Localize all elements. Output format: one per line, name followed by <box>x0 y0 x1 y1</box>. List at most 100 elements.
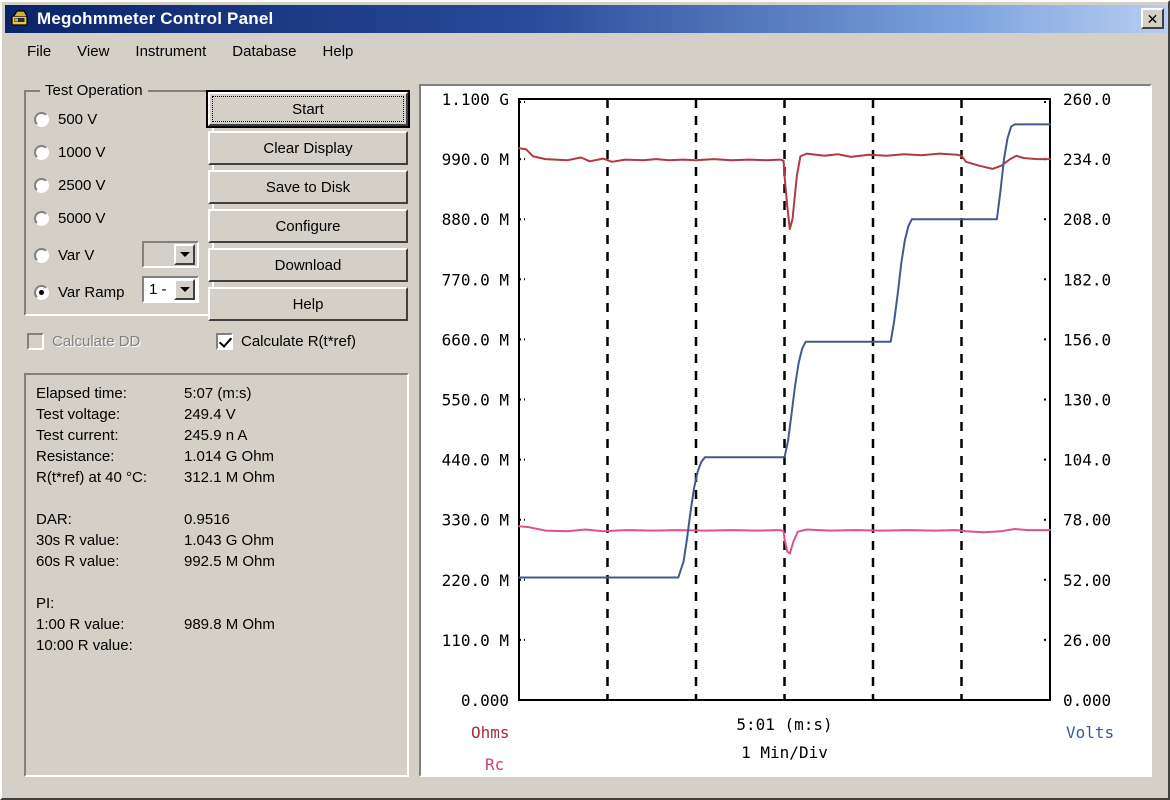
menu-bar: File View Instrument Database Help <box>5 38 1167 64</box>
radio-indicator-2500v <box>34 177 49 193</box>
radio-var-v[interactable]: Var V <box>34 244 94 266</box>
result-label: PI: <box>36 595 55 612</box>
chevron-down-icon[interactable] <box>174 244 195 265</box>
clear-display-button[interactable]: Clear Display <box>208 131 408 165</box>
menu-item-database[interactable]: Database <box>220 41 308 62</box>
svg-text:770.0 M: 770.0 M <box>442 270 509 289</box>
clear-display-button-label: Clear Display <box>263 139 353 157</box>
result-label: Resistance: <box>36 448 115 465</box>
svg-text:130.0: 130.0 <box>1063 391 1111 410</box>
measurement-chart: 1.100 G 260.0 990.0 M 234.0 880.0 M 208.0 770.… <box>442 90 1115 774</box>
calculate-rtref-checkbox[interactable]: Calculate R(t*ref) <box>216 333 356 350</box>
save-to-disk-button-label: Save to Disk <box>265 178 351 196</box>
result-value: 0.9516 <box>184 511 230 528</box>
radio-label-500v: 500 V <box>58 110 98 128</box>
svg-text:660.0 M: 660.0 M <box>442 330 509 349</box>
title-bar: Megohmmeter Control Panel ✕ <box>5 5 1167 33</box>
result-row-30s: 30s R value: 1.043 G Ohm <box>36 530 407 551</box>
start-button[interactable]: Start <box>206 90 410 128</box>
svg-text:104.0: 104.0 <box>1063 451 1111 470</box>
svg-text:Rc: Rc <box>485 755 504 774</box>
result-value: 1.043 G Ohm <box>184 532 275 549</box>
result-value: 989.8 M Ohm <box>184 616 275 633</box>
app-icon <box>10 9 30 29</box>
result-label: R(t*ref) at 40 °C: <box>36 469 148 486</box>
result-value: 5:07 (m:s) <box>184 385 252 402</box>
download-button[interactable]: Download <box>208 248 408 282</box>
var-v-combo[interactable] <box>142 241 199 268</box>
svg-text:440.0 M: 440.0 M <box>442 451 509 470</box>
result-value: 312.1 M Ohm <box>184 469 275 486</box>
result-label: 60s R value: <box>36 553 120 570</box>
svg-text:156.0: 156.0 <box>1063 330 1111 349</box>
radio-var-ramp[interactable]: Var Ramp <box>34 281 124 303</box>
svg-text:52.00: 52.00 <box>1063 571 1111 590</box>
help-button-label: Help <box>292 295 324 313</box>
radio-indicator-5000v <box>34 210 49 226</box>
radio-indicator-500v <box>34 111 49 127</box>
test-operation-title: Test Operation <box>40 82 148 99</box>
result-row-60s: 60s R value: 992.5 M Ohm <box>36 551 407 572</box>
calculate-rtref-label: Calculate R(t*ref) <box>241 333 357 350</box>
svg-text:0.000: 0.000 <box>1063 691 1111 710</box>
result-row-elapsed-time: Elapsed time: 5:07 (m:s) <box>36 383 407 404</box>
result-label: Elapsed time: <box>36 385 127 402</box>
result-row-rtref: R(t*ref) at 40 °C: 312.1 M Ohm <box>36 467 407 488</box>
svg-text:220.0 M: 220.0 M <box>442 571 509 590</box>
result-label: DAR: <box>36 511 72 528</box>
svg-text:1.100 G: 1.100 G <box>442 90 509 109</box>
svg-text:26.00: 26.00 <box>1063 631 1111 650</box>
svg-text:1 Min/Div: 1 Min/Div <box>741 743 828 762</box>
window-title: Megohmmeter Control Panel <box>37 9 274 28</box>
chevron-down-icon[interactable] <box>174 279 195 300</box>
var-ramp-combo-value: 1 - <box>149 281 167 298</box>
radio-label-2500v: 2500 V <box>58 176 106 194</box>
result-row-resistance: Resistance: 1.014 G Ohm <box>36 446 407 467</box>
result-label: Test current: <box>36 427 119 444</box>
result-label: 10:00 R value: <box>36 637 133 654</box>
var-ramp-combo[interactable]: 1 - <box>142 276 199 303</box>
save-to-disk-button[interactable]: Save to Disk <box>208 170 408 204</box>
svg-text:550.0 M: 550.0 M <box>442 391 509 410</box>
svg-text:5:01 (m:s): 5:01 (m:s) <box>736 715 832 734</box>
result-value: 249.4 V <box>184 406 236 423</box>
result-row-dar: DAR: 0.9516 <box>36 509 407 530</box>
download-button-label: Download <box>274 256 342 274</box>
menu-item-file[interactable]: File <box>15 41 63 62</box>
result-row-10min: 10:00 R value: <box>36 635 407 656</box>
menu-item-instrument[interactable]: Instrument <box>123 41 218 62</box>
radio-1000v[interactable]: 1000 V <box>34 141 106 163</box>
svg-text:Ohms: Ohms <box>471 723 510 742</box>
radio-2500v[interactable]: 2500 V <box>34 174 106 196</box>
radio-5000v[interactable]: 5000 V <box>34 207 106 229</box>
menu-item-help[interactable]: Help <box>311 41 366 62</box>
radio-label-var-ramp: Var Ramp <box>58 283 125 301</box>
radio-label-1000v: 1000 V <box>58 143 106 161</box>
configure-button[interactable]: Configure <box>208 209 408 243</box>
result-value: 245.9 n A <box>184 427 248 444</box>
svg-text:260.0: 260.0 <box>1063 90 1111 109</box>
configure-button-label: Configure <box>275 217 341 235</box>
radio-500v[interactable]: 500 V <box>34 108 97 130</box>
result-spacer <box>36 488 407 509</box>
calculate-dd-checkbox[interactable]: Calculate DD <box>27 333 140 350</box>
svg-text:78.00: 78.00 <box>1063 511 1111 530</box>
help-button[interactable]: Help <box>208 287 408 321</box>
results-panel: Elapsed time: 5:07 (m:s) Test voltage: 2… <box>24 373 409 777</box>
calculate-dd-label: Calculate DD <box>52 333 141 350</box>
result-row-test-voltage: Test voltage: 249.4 V <box>36 404 407 425</box>
radio-label-var-v: Var V <box>58 246 95 264</box>
svg-text:234.0: 234.0 <box>1063 150 1111 169</box>
chart-panel[interactable]: 1.100 G 260.0 990.0 M 234.0 880.0 M 208.0 770.… <box>419 84 1152 777</box>
result-value: 1.014 G Ohm <box>184 448 275 465</box>
result-row-pi: PI: <box>36 593 407 614</box>
focus-ring <box>212 96 404 122</box>
result-row-test-current: Test current: 245.9 n A <box>36 425 407 446</box>
calculate-rtref-checkbox-box <box>216 333 233 350</box>
svg-text:110.0 M: 110.0 M <box>442 631 509 650</box>
close-button[interactable]: ✕ <box>1141 8 1164 29</box>
svg-text:330.0 M: 330.0 M <box>442 511 509 530</box>
svg-text:Volts: Volts <box>1066 723 1114 742</box>
radio-indicator-var-ramp <box>34 284 49 300</box>
menu-item-view[interactable]: View <box>65 41 121 62</box>
